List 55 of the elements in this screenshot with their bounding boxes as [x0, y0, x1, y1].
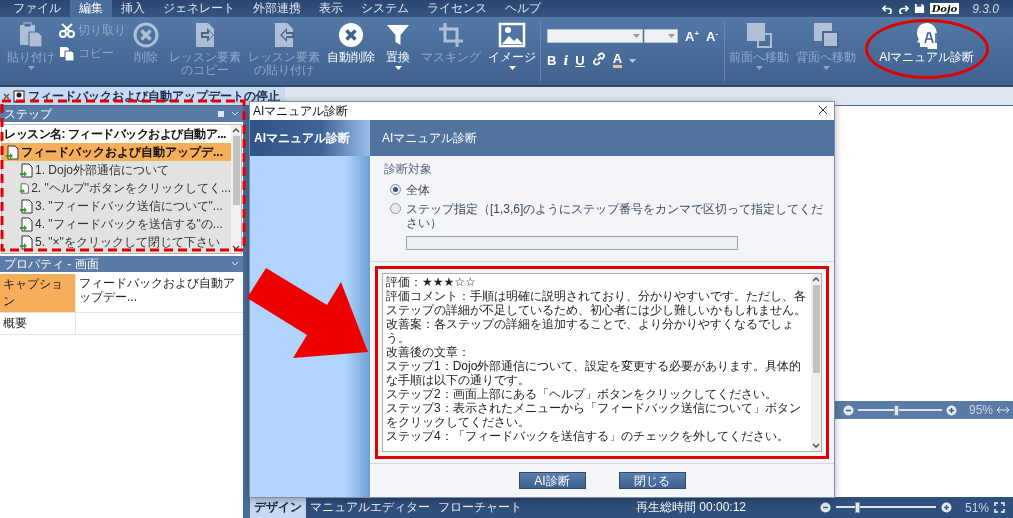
- panel-title: ステップ: [4, 105, 52, 123]
- result-line: 改善案：各ステップの詳細を追加することで、より分かりやすくなるでしょう。: [386, 317, 795, 345]
- zoom-percent: 51%: [964, 500, 989, 515]
- dialog-header: AIマニュアル診断: [370, 120, 834, 156]
- menu-tab[interactable]: システム: [352, 0, 418, 17]
- replace-button[interactable]: 置換: [379, 19, 417, 79]
- underline-button[interactable]: U: [575, 53, 585, 68]
- italic-button[interactable]: i: [563, 53, 569, 68]
- property-value[interactable]: フィードバックおよび自動アップデー...: [76, 274, 243, 312]
- close-button[interactable]: 閉じる: [618, 472, 686, 489]
- sidebar-item[interactable]: AIマニュアル診断: [250, 120, 370, 156]
- logo: Dojo: [929, 3, 960, 14]
- menu-tab[interactable]: 外部連携: [244, 0, 310, 17]
- dialog-title: AIマニュアル診断: [253, 102, 349, 120]
- grow-font-button[interactable]: A$^{+}$: [685, 27, 700, 45]
- panel-title: プロパティ - 画面: [4, 255, 99, 273]
- menu-tab[interactable]: 挿入: [112, 0, 154, 17]
- tree-item[interactable]: 2. "ヘルプ"ボタンをクリックしてく...: [16, 179, 231, 197]
- result-line: 評価コメント：手順は明確に説明されており、分かりやすいです。ただし、各ステップの詳細が不足しているため、初心者には少し難しいかもしれません。: [386, 289, 807, 317]
- total-time: 再生総時間 00:00:12: [636, 499, 747, 516]
- view-tab[interactable]: マニュアルエディター: [306, 497, 434, 518]
- result-line: ステップ2：画面上部にある「ヘルプ」ボタンをクリックしてください。: [386, 387, 778, 401]
- lesson-name: レッスン名: フィードバックおよび自動ア...: [2, 125, 231, 143]
- property-name[interactable]: 概要: [0, 313, 76, 334]
- section-label: 診断対象: [384, 161, 433, 178]
- view-tab[interactable]: デザイン: [250, 497, 306, 518]
- ai-diagnosis-button[interactable]: AIマニュアル診断: [876, 19, 978, 79]
- result-line: ステップ4：「フィードバックを送信する」のチェックを外してください。: [386, 429, 790, 443]
- tree-item[interactable]: 5. "×"をクリックして閉じて下さい: [16, 233, 231, 251]
- menu-tab[interactable]: 表示: [310, 0, 352, 17]
- result-line: ステップ1：Dojo外部通信について、設定を変更する必要があります。具体的な手順は以下の通りです。: [386, 359, 803, 387]
- menu-tab[interactable]: ジェネレート: [154, 0, 244, 17]
- font-color-button[interactable]: A: [612, 53, 623, 69]
- menu-tab[interactable]: 編集: [70, 0, 112, 17]
- shrink-font-button[interactable]: A$^{-}$: [706, 27, 719, 45]
- tree-item[interactable]: 1. Dojo外部通信について: [16, 161, 231, 179]
- tree-item[interactable]: フィードバックおよび自動アップデ...: [2, 143, 231, 161]
- menu-tab[interactable]: ファイル: [4, 0, 70, 17]
- zoom-percent: 95%: [968, 403, 993, 417]
- auto-delete-button[interactable]: 自動削除: [324, 19, 378, 79]
- ai-diagnosis-button[interactable]: AI診断: [518, 472, 586, 489]
- menu-tab[interactable]: ヘルプ: [496, 0, 550, 17]
- image-button[interactable]: イメージ: [485, 19, 539, 79]
- version-label: 9.3.0: [972, 1, 999, 16]
- property-name[interactable]: キャプション: [0, 274, 76, 312]
- tree-item[interactable]: 3. "フィードバック送信について"...: [16, 197, 231, 215]
- result-line: 評価：★★★☆☆: [386, 275, 477, 289]
- menu-tab[interactable]: ライセンス: [418, 0, 496, 17]
- result-line: 改善後の文章：: [386, 345, 471, 359]
- radio-label: ステップ指定（[1,3,6]のようにステップ番号をカンマで区切って指定してください）: [406, 202, 825, 230]
- tree-item[interactable]: 4. "フィードバックを送信する"の...: [16, 215, 231, 233]
- view-tab[interactable]: フローチャート: [434, 497, 526, 518]
- bold-button[interactable]: B: [547, 53, 557, 68]
- radio-label: 全体: [406, 183, 430, 197]
- result-line: ステップ3：表示されたメニューから「フィードバック送信について」ボタンをクリックしてください。: [386, 401, 802, 429]
